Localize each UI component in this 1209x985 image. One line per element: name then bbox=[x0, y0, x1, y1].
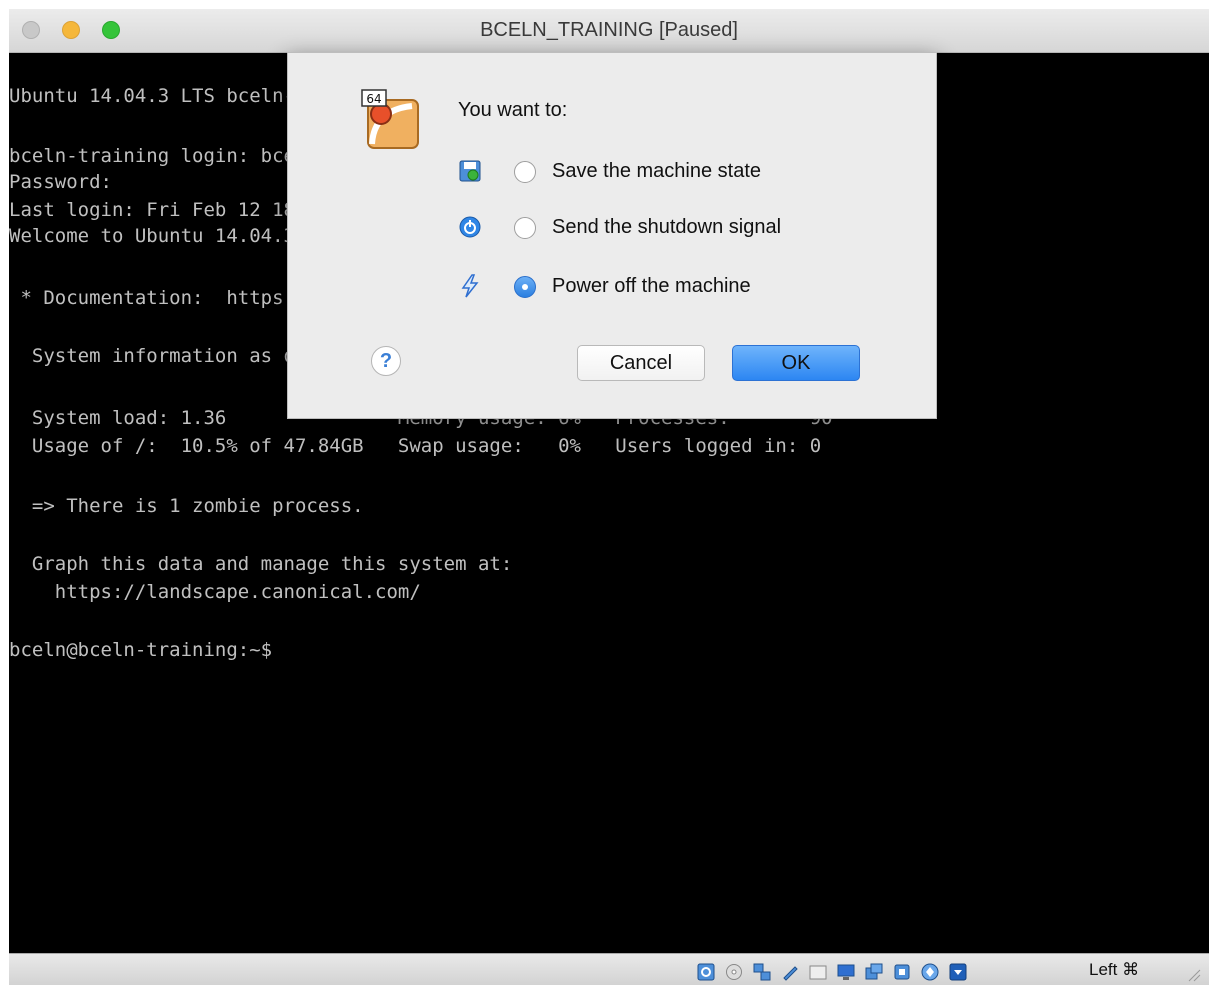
shutdown-signal-radio[interactable] bbox=[514, 217, 536, 239]
resize-grip-icon[interactable] bbox=[1187, 968, 1201, 982]
video-capture-icon[interactable] bbox=[865, 963, 883, 981]
help-button[interactable]: ? bbox=[371, 346, 401, 376]
status-bar: Left ⌘ bbox=[9, 953, 1209, 985]
title-bar[interactable]: BCELN_TRAINING [Paused] bbox=[9, 9, 1209, 53]
virtualbox-64-icon: 64 bbox=[361, 89, 419, 149]
cancel-button[interactable]: Cancel bbox=[577, 345, 705, 381]
console-line: https://landscape.canonical.com/ bbox=[9, 581, 421, 603]
window-title: BCELN_TRAINING [Paused] bbox=[480, 19, 738, 41]
usb-icon[interactable] bbox=[781, 963, 799, 981]
console-line: => There is 1 zombie process. bbox=[9, 495, 364, 517]
optical-drive-icon[interactable] bbox=[725, 963, 743, 981]
mouse-integration-icon[interactable] bbox=[921, 963, 939, 981]
close-vm-dialog: 64 You want to: Save the machine state S… bbox=[287, 52, 937, 419]
cpu-icon[interactable] bbox=[893, 963, 911, 981]
shutdown-signal-label[interactable]: Send the shutdown signal bbox=[552, 216, 781, 239]
console-line: bceln-training login: bceln bbox=[9, 145, 318, 167]
console-line: Usage of /: 10.5% of 47.84GB Swap usage:… bbox=[9, 435, 822, 457]
network-icon[interactable] bbox=[753, 963, 771, 981]
power-off-radio[interactable] bbox=[514, 276, 536, 298]
power-off-icon bbox=[461, 274, 479, 298]
shared-folders-icon[interactable] bbox=[809, 963, 827, 981]
save-state-label[interactable]: Save the machine state bbox=[552, 160, 761, 183]
save-state-radio[interactable] bbox=[514, 161, 536, 183]
console-line: Graph this data and manage this system a… bbox=[9, 553, 513, 575]
acpi-shutdown-icon bbox=[459, 216, 481, 238]
hard-disk-icon[interactable] bbox=[697, 963, 715, 981]
save-state-icon bbox=[459, 160, 481, 182]
power-off-label[interactable]: Power off the machine bbox=[552, 275, 751, 298]
console-line: Password: bbox=[9, 171, 112, 193]
svg-text:64: 64 bbox=[366, 92, 381, 106]
keyboard-capture-icon[interactable] bbox=[949, 963, 967, 981]
display-icon[interactable] bbox=[837, 963, 855, 981]
host-key-label[interactable]: Left ⌘ bbox=[1089, 960, 1139, 980]
console-prompt: bceln@bceln-training:~$ bbox=[9, 639, 273, 661]
ok-button[interactable]: OK bbox=[732, 345, 860, 381]
dialog-prompt: You want to: bbox=[458, 99, 568, 121]
